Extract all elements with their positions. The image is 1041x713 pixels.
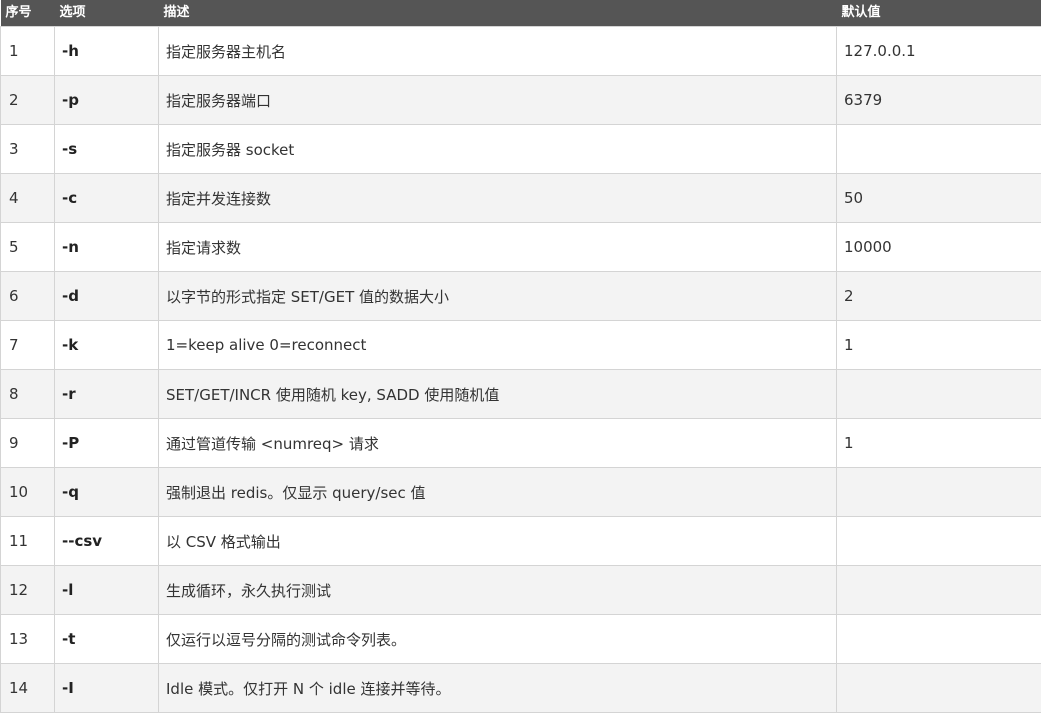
- table-row: 14-IIdle 模式。仅打开 N 个 idle 连接并等待。: [1, 664, 1041, 713]
- table-row: 4-c指定并发连接数50: [1, 174, 1041, 223]
- row-index: 3: [1, 125, 55, 174]
- row-default: 127.0.0.1: [837, 27, 1041, 76]
- header-description: 描述: [159, 0, 837, 27]
- table-row: 6-d以字节的形式指定 SET/GET 值的数据大小2: [1, 272, 1041, 321]
- row-default: 10000: [837, 223, 1041, 272]
- row-description: SET/GET/INCR 使用随机 key, SADD 使用随机值: [159, 370, 837, 419]
- row-default: [837, 468, 1041, 517]
- table-row: 12-l生成循环，永久执行测试: [1, 566, 1041, 615]
- table-row: 9-P通过管道传输 <numreq> 请求1: [1, 419, 1041, 468]
- row-option: -P: [55, 419, 159, 468]
- row-option: -q: [55, 468, 159, 517]
- row-index: 1: [1, 27, 55, 76]
- row-default: [837, 566, 1041, 615]
- row-default: 1: [837, 419, 1041, 468]
- row-option: -r: [55, 370, 159, 419]
- row-index: 13: [1, 615, 55, 664]
- table-row: 2-p指定服务器端口6379: [1, 76, 1041, 125]
- row-option: -p: [55, 76, 159, 125]
- table-row: 7-k1=keep alive 0=reconnect1: [1, 321, 1041, 370]
- row-option: -t: [55, 615, 159, 664]
- row-description: 指定服务器 socket: [159, 125, 837, 174]
- header-index: 序号: [1, 0, 55, 27]
- row-index: 8: [1, 370, 55, 419]
- row-option: -n: [55, 223, 159, 272]
- row-index: 2: [1, 76, 55, 125]
- row-description: 指定请求数: [159, 223, 837, 272]
- row-default: [837, 517, 1041, 566]
- row-default: [837, 125, 1041, 174]
- row-option: --csv: [55, 517, 159, 566]
- table-header-row: 序号 选项 描述 默认值: [1, 0, 1041, 27]
- row-index: 11: [1, 517, 55, 566]
- row-default: 50: [837, 174, 1041, 223]
- row-index: 9: [1, 419, 55, 468]
- row-option: -d: [55, 272, 159, 321]
- table-row: 1-h指定服务器主机名127.0.0.1: [1, 27, 1041, 76]
- row-option: -l: [55, 566, 159, 615]
- row-description: 指定并发连接数: [159, 174, 837, 223]
- row-option: -s: [55, 125, 159, 174]
- table-row: 13-t仅运行以逗号分隔的测试命令列表。: [1, 615, 1041, 664]
- row-description: 通过管道传输 <numreq> 请求: [159, 419, 837, 468]
- row-index: 5: [1, 223, 55, 272]
- row-index: 6: [1, 272, 55, 321]
- row-description: 生成循环，永久执行测试: [159, 566, 837, 615]
- row-option: -c: [55, 174, 159, 223]
- options-table: 序号 选项 描述 默认值 1-h指定服务器主机名127.0.0.12-p指定服务…: [0, 0, 1041, 713]
- row-default: 1: [837, 321, 1041, 370]
- row-default: [837, 615, 1041, 664]
- row-description: 指定服务器端口: [159, 76, 837, 125]
- row-index: 14: [1, 664, 55, 713]
- row-description: 强制退出 redis。仅显示 query/sec 值: [159, 468, 837, 517]
- row-option: -k: [55, 321, 159, 370]
- table-row: 11--csv以 CSV 格式输出: [1, 517, 1041, 566]
- table-row: 8-rSET/GET/INCR 使用随机 key, SADD 使用随机值: [1, 370, 1041, 419]
- row-option: -h: [55, 27, 159, 76]
- row-default: [837, 664, 1041, 713]
- header-option: 选项: [55, 0, 159, 27]
- row-description: 仅运行以逗号分隔的测试命令列表。: [159, 615, 837, 664]
- table-body: 1-h指定服务器主机名127.0.0.12-p指定服务器端口63793-s指定服…: [1, 27, 1041, 713]
- table-row: 3-s指定服务器 socket: [1, 125, 1041, 174]
- row-description: 以 CSV 格式输出: [159, 517, 837, 566]
- row-default: 2: [837, 272, 1041, 321]
- row-description: 指定服务器主机名: [159, 27, 837, 76]
- row-default: [837, 370, 1041, 419]
- row-index: 7: [1, 321, 55, 370]
- row-index: 10: [1, 468, 55, 517]
- row-option: -I: [55, 664, 159, 713]
- table-row: 5-n指定请求数10000: [1, 223, 1041, 272]
- row-index: 12: [1, 566, 55, 615]
- row-index: 4: [1, 174, 55, 223]
- row-default: 6379: [837, 76, 1041, 125]
- row-description: 1=keep alive 0=reconnect: [159, 321, 837, 370]
- row-description: 以字节的形式指定 SET/GET 值的数据大小: [159, 272, 837, 321]
- row-description: Idle 模式。仅打开 N 个 idle 连接并等待。: [159, 664, 837, 713]
- header-default: 默认值: [837, 0, 1041, 27]
- table-row: 10-q强制退出 redis。仅显示 query/sec 值: [1, 468, 1041, 517]
